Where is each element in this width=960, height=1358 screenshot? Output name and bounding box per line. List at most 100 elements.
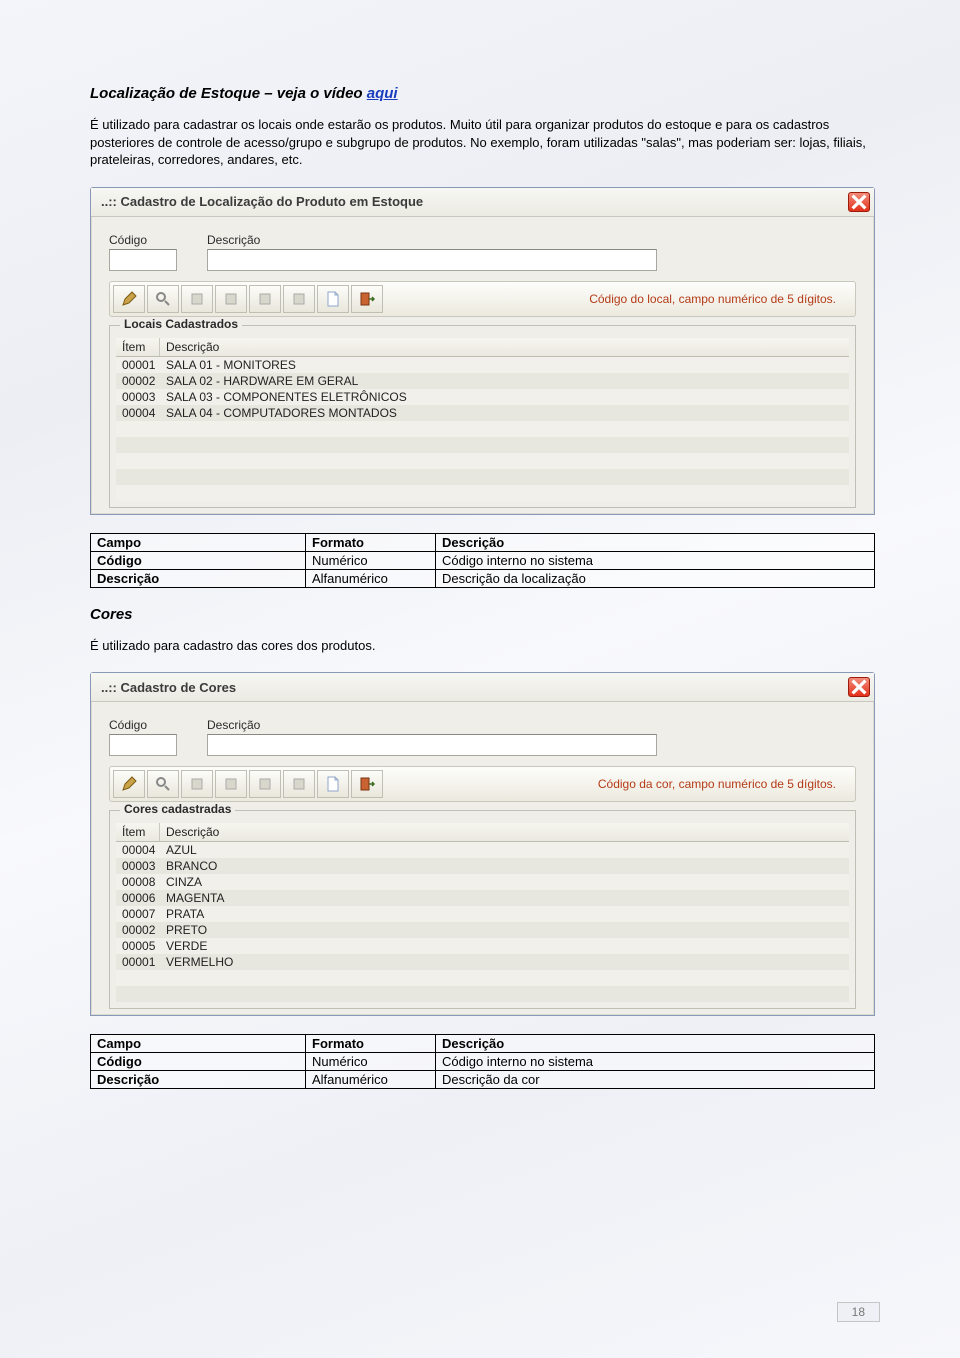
toolbar-btn-new[interactable] (317, 285, 349, 313)
td: Numérico (306, 551, 436, 569)
table-row[interactable]: 00001SALA 01 - MONITORES (116, 357, 849, 373)
table-row[interactable]: 00005VERDE (116, 938, 849, 954)
toolbar-btn-6[interactable] (283, 285, 315, 313)
cell-item: 00001 (116, 954, 160, 970)
close-icon (851, 194, 867, 210)
th-campo: Campo (91, 1035, 306, 1053)
window-cadastro-localizacao: ..:: Cadastro de Localização do Produto … (90, 187, 875, 515)
cell-desc: CINZA (160, 874, 849, 890)
cell-item: 00005 (116, 938, 160, 954)
page-number: 18 (837, 1302, 880, 1322)
label-codigo: Código (109, 233, 177, 247)
input-codigo[interactable] (109, 734, 177, 756)
cell-desc: SALA 01 - MONITORES (160, 357, 849, 373)
table-row-empty (116, 485, 849, 501)
toolbar-btn-3[interactable] (181, 285, 213, 313)
table-row-empty (116, 437, 849, 453)
group-locais: Locais Cadastrados Ítem Descrição 00001S… (109, 325, 856, 508)
table-row[interactable]: 00008CINZA (116, 874, 849, 890)
square-icon (223, 776, 239, 792)
toolbar-btn-5[interactable] (249, 285, 281, 313)
col-descricao[interactable]: Descrição (160, 338, 849, 356)
toolbar-status: Código do local, campo numérico de 5 díg… (385, 292, 852, 306)
col-item[interactable]: Ítem (116, 338, 160, 356)
table-row[interactable]: 00002SALA 02 - HARDWARE EM GERAL (116, 373, 849, 389)
td: Alfanumérico (306, 1071, 436, 1089)
table-row-empty (116, 453, 849, 469)
field-table-1: CampoFormatoDescrição CódigoNuméricoCódi… (90, 533, 875, 588)
toolbar-btn-edit[interactable] (113, 285, 145, 313)
window-title: ..:: Cadastro de Cores (101, 680, 236, 695)
table-row[interactable]: 00007PRATA (116, 906, 849, 922)
table-row[interactable]: 00003BRANCO (116, 858, 849, 874)
exit-icon (359, 291, 375, 307)
table-row[interactable]: 00002PRETO (116, 922, 849, 938)
cell-item: 00004 (116, 842, 160, 858)
table-row[interactable]: 00004SALA 04 - COMPUTADORES MONTADOS (116, 405, 849, 421)
col-item[interactable]: Ítem (116, 823, 160, 841)
close-button[interactable] (848, 192, 870, 212)
td: Código (91, 551, 306, 569)
section2-heading: Cores (90, 606, 875, 623)
label-descricao: Descrição (207, 718, 657, 732)
table-row-empty (116, 986, 849, 1002)
table-row[interactable]: 00001VERMELHO (116, 954, 849, 970)
section1-paragraph: É utilizado para cadastrar os locais ond… (90, 116, 875, 169)
video-link[interactable]: aqui (367, 85, 398, 102)
square-icon (189, 776, 205, 792)
square-icon (257, 776, 273, 792)
toolbar-btn-search[interactable] (147, 770, 179, 798)
toolbar: Código da cor, campo numérico de 5 dígit… (109, 766, 856, 802)
pencil-icon (121, 776, 137, 792)
cell-desc: BRANCO (160, 858, 849, 874)
table-row[interactable]: 00004AZUL (116, 842, 849, 858)
cell-desc: MAGENTA (160, 890, 849, 906)
square-icon (189, 291, 205, 307)
group-cores: Cores cadastradas Ítem Descrição 00004AZ… (109, 810, 856, 1009)
toolbar-btn-4[interactable] (215, 285, 247, 313)
titlebar: ..:: Cadastro de Cores (91, 673, 874, 702)
toolbar-btn-search[interactable] (147, 285, 179, 313)
toolbar-btn-new[interactable] (317, 770, 349, 798)
cell-item: 00008 (116, 874, 160, 890)
table-row[interactable]: 00006MAGENTA (116, 890, 849, 906)
square-icon (291, 776, 307, 792)
toolbar-btn-5[interactable] (249, 770, 281, 798)
th-formato: Formato (306, 1035, 436, 1053)
toolbar-btn-exit[interactable] (351, 770, 383, 798)
group-legend: Cores cadastradas (120, 802, 235, 816)
td: Código interno no sistema (436, 1053, 875, 1071)
cell-desc: VERDE (160, 938, 849, 954)
input-codigo[interactable] (109, 249, 177, 271)
exit-icon (359, 776, 375, 792)
td: Alfanumérico (306, 569, 436, 587)
th-formato: Formato (306, 533, 436, 551)
group-legend: Locais Cadastrados (120, 317, 242, 331)
td: Descrição (91, 1071, 306, 1089)
close-button[interactable] (848, 677, 870, 697)
input-descricao[interactable] (207, 734, 657, 756)
td: Descrição (91, 569, 306, 587)
col-descricao[interactable]: Descrição (160, 823, 849, 841)
cell-item: 00004 (116, 405, 160, 421)
toolbar-btn-exit[interactable] (351, 285, 383, 313)
table-row-empty (116, 469, 849, 485)
grid-header: Ítem Descrição (116, 338, 849, 357)
window-cadastro-cores: ..:: Cadastro de Cores Código Descrição (90, 672, 875, 1016)
section2-paragraph: É utilizado para cadastro das cores dos … (90, 637, 875, 655)
td: Numérico (306, 1053, 436, 1071)
toolbar-btn-3[interactable] (181, 770, 213, 798)
toolbar-status: Código da cor, campo numérico de 5 dígit… (385, 777, 852, 791)
search-icon (155, 776, 171, 792)
input-descricao[interactable] (207, 249, 657, 271)
table-row[interactable]: 00003SALA 03 - COMPONENTES ELETRÔNICOS (116, 389, 849, 405)
td: Código (91, 1053, 306, 1071)
td: Descrição da cor (436, 1071, 875, 1089)
cell-desc: SALA 04 - COMPUTADORES MONTADOS (160, 405, 849, 421)
toolbar-btn-6[interactable] (283, 770, 315, 798)
toolbar-btn-4[interactable] (215, 770, 247, 798)
table-row-empty (116, 970, 849, 986)
cell-desc: PRATA (160, 906, 849, 922)
toolbar-btn-edit[interactable] (113, 770, 145, 798)
page-icon (325, 291, 341, 307)
